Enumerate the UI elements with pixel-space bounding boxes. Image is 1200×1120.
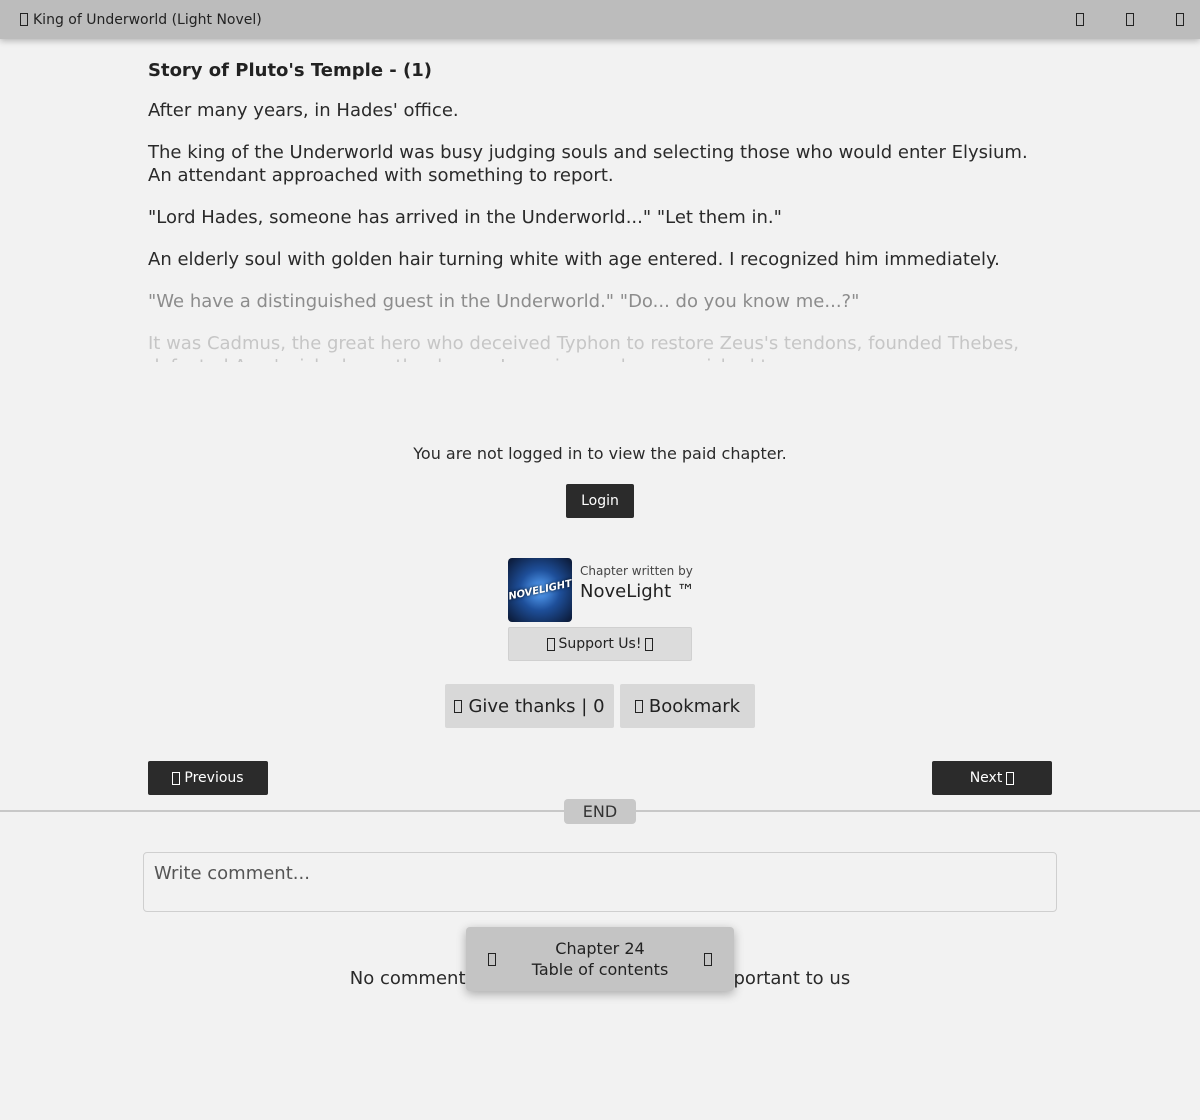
next-label: Next	[969, 770, 1003, 786]
no-comments-left: No comment	[349, 968, 466, 989]
chapter-paragraph: "Lord Hades, someone has arrived in the …	[148, 207, 782, 228]
top-bar-actions	[1074, 13, 1186, 27]
settings-button[interactable]	[1074, 13, 1086, 27]
support-label: Support Us!	[558, 636, 642, 652]
author-caption: Chapter written by	[580, 564, 693, 578]
no-comments-right: portant to us	[733, 968, 851, 989]
author-card: NOVELIGHT Chapter written by NoveLight ™	[508, 558, 695, 622]
menu-icon	[1176, 13, 1184, 26]
chapter-content: Story of Pluto's Temple - (1) After many…	[148, 60, 1052, 381]
table-of-contents-button[interactable]: Chapter 24 Table of contents	[532, 938, 669, 980]
menu-button[interactable]	[1174, 13, 1186, 27]
chevron-right-icon	[704, 952, 712, 966]
toc-label: Table of contents	[531, 960, 669, 979]
next-chapter-button[interactable]: Next	[932, 761, 1052, 795]
bookmark-icon	[1126, 13, 1134, 26]
support-button[interactable]: Support Us!	[508, 627, 692, 661]
chapter-paragraph: The king of the Underworld was busy judg…	[148, 142, 1028, 186]
chapter-paragraph: "We have a distinguished guest in the Un…	[148, 291, 860, 312]
novel-title: King of Underworld (Light Novel)	[33, 11, 262, 28]
previous-label: Previous	[184, 770, 244, 786]
chevron-left-icon	[488, 952, 496, 966]
settings-icon	[1076, 13, 1084, 26]
chevron-right-icon	[1006, 771, 1015, 785]
give-thanks-label: Give thanks | 0	[468, 695, 605, 717]
chapter-next-arrow[interactable]	[702, 951, 714, 967]
chevron-left-icon	[172, 771, 181, 785]
chapter-navigator: Chapter 24 Table of contents	[466, 927, 734, 991]
author-avatar[interactable]: NOVELIGHT	[508, 558, 572, 622]
login-button[interactable]: Login	[566, 484, 634, 518]
author-name[interactable]: NoveLight ™	[580, 581, 695, 602]
paywall-notice: You are not logged in to view the paid c…	[413, 444, 787, 463]
end-badge: END	[564, 799, 636, 824]
chapter-paragraph-faded: It was Cadmus, the great hero who deceiv…	[148, 333, 1020, 362]
chapter-paragraph: An elderly soul with golden hair turning…	[148, 249, 1000, 270]
avatar-logo-text: NOVELIGHT	[508, 577, 572, 603]
thumbs-up-icon	[454, 699, 463, 713]
heart-icon	[645, 637, 654, 651]
top-bar: King of Underworld (Light Novel)	[0, 0, 1200, 39]
previous-chapter-button[interactable]: Previous	[148, 761, 268, 795]
bookmark-label: Bookmark	[648, 695, 741, 717]
bookmark-icon	[634, 699, 643, 713]
chapter-prev-arrow[interactable]	[486, 951, 498, 967]
chapter-paragraph: After many years, in Hades' office.	[148, 100, 459, 121]
chapter-title: Story of Pluto's Temple - (1)	[148, 60, 433, 81]
comment-input[interactable]	[143, 852, 1057, 912]
heart-icon	[546, 637, 555, 651]
bookmark-top-button[interactable]	[1124, 13, 1136, 27]
give-thanks-button[interactable]: Give thanks | 0	[445, 684, 614, 728]
bookmark-button[interactable]: Bookmark	[620, 684, 755, 728]
book-icon	[20, 13, 28, 26]
novel-title-link[interactable]: King of Underworld (Light Novel)	[20, 12, 262, 28]
chapter-number: Chapter 24	[555, 939, 645, 958]
